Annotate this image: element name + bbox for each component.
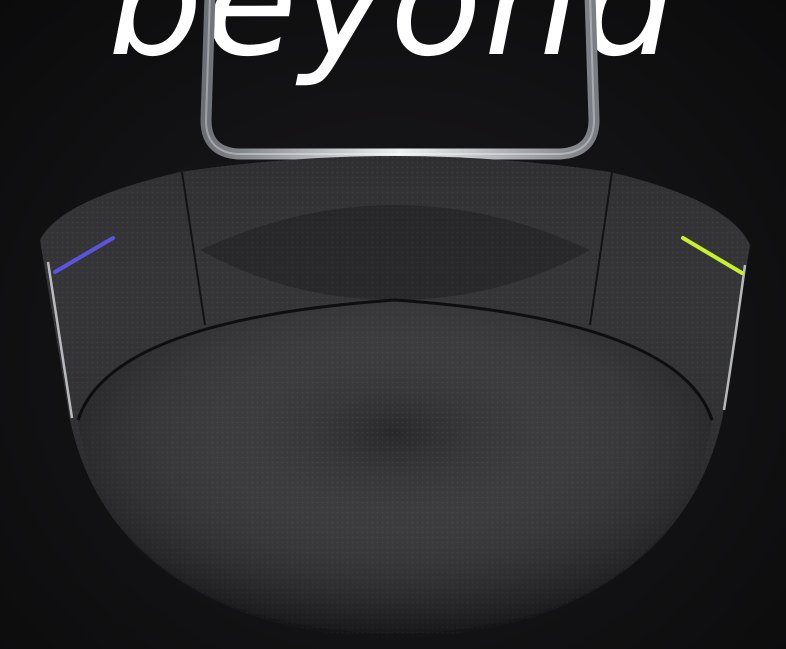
- chrome-handle: [200, 0, 600, 160]
- product-photo: beyond: [0, 0, 786, 649]
- speaker-grille: [76, 298, 714, 634]
- speakerphone-device: [40, 0, 750, 638]
